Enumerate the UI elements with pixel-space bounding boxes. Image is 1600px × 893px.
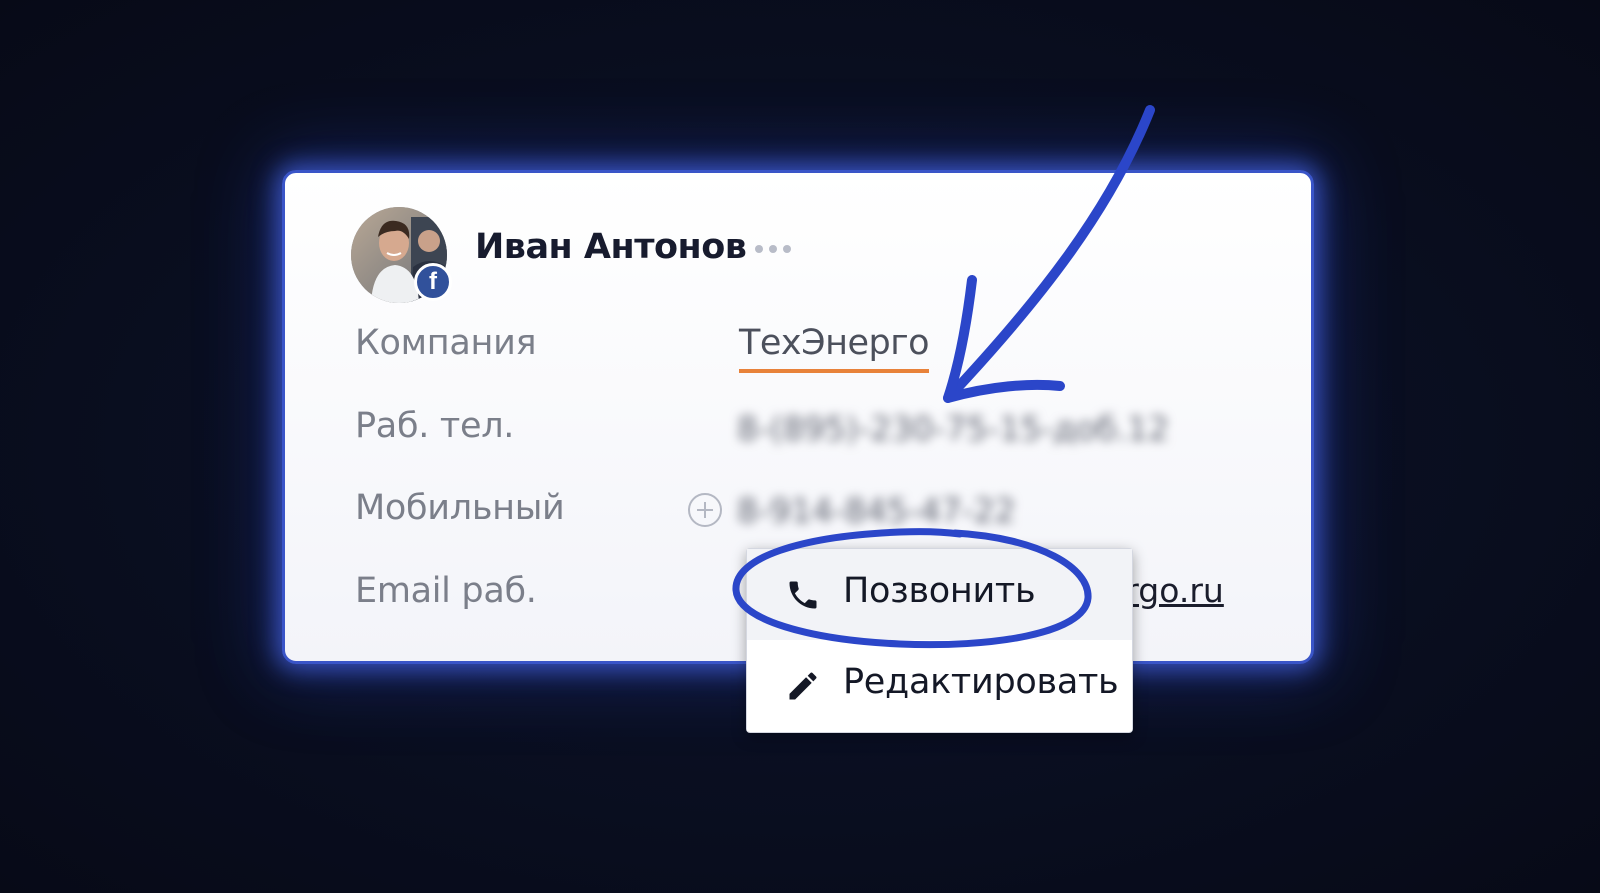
more-dot xyxy=(755,245,763,253)
work-phone-label: Раб. тел. xyxy=(355,406,515,446)
more-dot xyxy=(783,245,791,253)
company-value[interactable]: ТехЭнерго xyxy=(739,323,930,373)
company-label: Компания xyxy=(355,323,537,363)
pencil-icon xyxy=(789,672,817,700)
more-dots-icon[interactable] xyxy=(755,245,791,253)
call-label: Позвонить xyxy=(843,571,1036,611)
plus-circle-icon[interactable] xyxy=(687,492,723,528)
more-dot xyxy=(769,245,777,253)
work-phone-value[interactable]: 8-(895)-230-75-15-доб.12 xyxy=(737,409,1169,448)
edit-menu-item[interactable]: Редактировать xyxy=(747,640,1132,731)
work-email-label: Email раб. xyxy=(355,571,537,611)
call-menu-item[interactable]: Позвонить xyxy=(747,549,1132,640)
edit-label: Редактировать xyxy=(843,662,1119,702)
phone-icon xyxy=(789,581,817,609)
facebook-icon[interactable]: f xyxy=(414,263,452,301)
contact-name: Иван Антонов xyxy=(475,227,747,267)
mobile-label: Мобильный xyxy=(355,488,565,528)
context-menu: Позвонить Редактировать xyxy=(746,548,1133,733)
mobile-value[interactable]: 8-914-845-47-22 xyxy=(737,491,1016,530)
